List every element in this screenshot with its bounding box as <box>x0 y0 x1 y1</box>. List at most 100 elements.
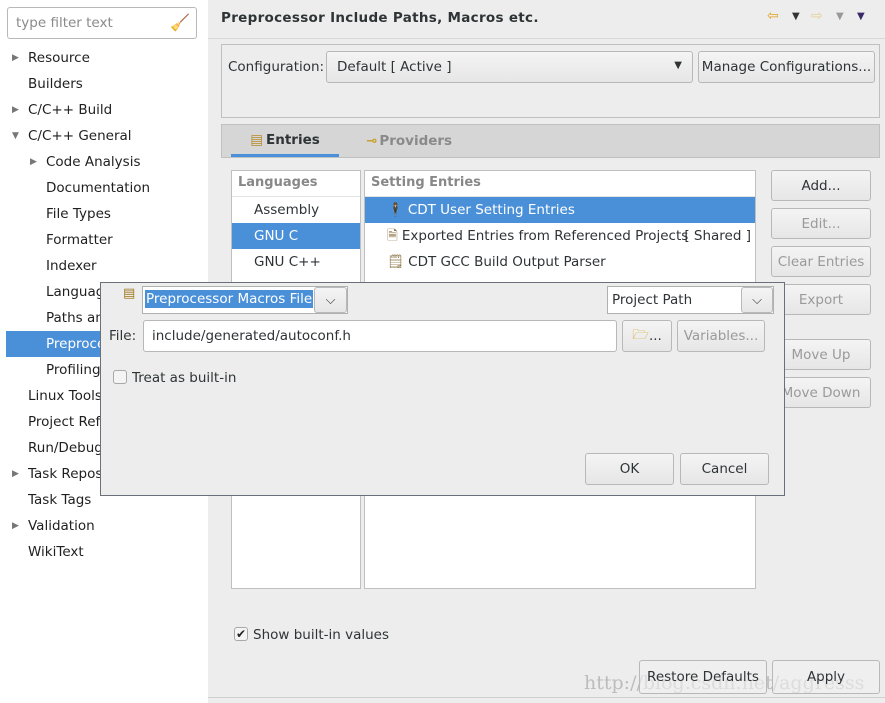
cancel-button[interactable]: Cancel <box>680 453 769 485</box>
path-type-combo[interactable]: Project Path ⌵ <box>607 286 774 314</box>
tree-item-label: Profiling <box>46 362 101 378</box>
restore-defaults-button[interactable]: Restore Defaults <box>639 660 767 694</box>
ok-button[interactable]: OK <box>585 453 674 485</box>
tree-item[interactable]: WikiText <box>0 539 208 565</box>
configuration-value: Default [ Active ] <box>337 59 452 75</box>
exported-entries-icon: 🗎 <box>387 228 398 244</box>
browse-label: ... <box>648 328 662 344</box>
tree-item[interactable]: Indexer <box>0 253 208 279</box>
tree-item-label: Languag <box>46 284 105 300</box>
entry-item[interactable]: 🕴 CDT User Setting Entries <box>365 197 755 223</box>
language-item[interactable]: GNU C <box>232 223 360 249</box>
entry-item[interactable]: 🗒 CDT GCC Build Output Parser <box>365 249 755 275</box>
export-button[interactable]: Export <box>771 284 871 315</box>
tree-item-label: Paths an <box>46 310 104 326</box>
page-title: Preprocessor Include Paths, Macros etc. <box>221 10 539 26</box>
tree-item[interactable]: Formatter <box>0 227 208 253</box>
chevron-down-icon: ▼ <box>674 60 682 71</box>
entry-label: Exported Entries from Referenced Project… <box>401 228 689 244</box>
back-menu-icon[interactable]: ▼ <box>792 11 800 22</box>
entries-icon: ▤ <box>250 131 263 148</box>
tab-label: Providers <box>379 133 453 149</box>
collapsed-arrow-icon[interactable]: ▶ <box>12 45 19 71</box>
add-button[interactable]: Add... <box>771 170 871 201</box>
chevron-down-icon[interactable]: ⌵ <box>741 287 773 313</box>
file-input[interactable]: include/generated/autoconf.h <box>143 320 617 352</box>
entry-dialog: ▤ Preprocessor Macros File ⌵ Project Pat… <box>100 282 785 496</box>
tree-item-label: Indexer <box>46 258 97 274</box>
clear-filter-icon[interactable]: 🧹 <box>170 13 190 32</box>
tree-item-label: Linux Tools <box>28 388 102 404</box>
browse-button[interactable]: 🗁... <box>622 320 672 352</box>
tree-item-label: WikiText <box>28 544 84 560</box>
tree-item-label: Documentation <box>46 180 151 196</box>
view-menu-icon[interactable]: ▼ <box>857 11 865 22</box>
tree-item-label: Builders <box>28 76 83 92</box>
tree-item-label: C/C++ General <box>28 128 132 144</box>
move-down-button[interactable]: Move Down <box>771 377 871 408</box>
clear-entries-button[interactable]: Clear Entries <box>771 246 871 277</box>
treat-builtin-label: Treat as built-in <box>132 370 237 386</box>
languages-header: Languages <box>232 171 360 197</box>
entry-kind-value: Preprocessor Macros File <box>145 290 314 308</box>
tree-item-label: Task Repos <box>28 466 103 482</box>
forward-icon[interactable]: ⇨ <box>811 8 823 24</box>
chevron-down-icon[interactable]: ⌵ <box>314 287 347 313</box>
back-icon[interactable]: ⇦ <box>767 8 779 24</box>
tree-item[interactable]: ▶ Resource <box>0 45 208 71</box>
entries-header: Setting Entries <box>365 171 755 197</box>
collapsed-arrow-icon[interactable]: ▶ <box>12 513 19 539</box>
language-item[interactable]: GNU C++ <box>232 249 360 275</box>
collapsed-arrow-icon[interactable]: ▶ <box>12 97 19 123</box>
show-builtin-label: Show built-in values <box>253 627 390 643</box>
tree-item-label: File Types <box>46 206 111 222</box>
entry-item[interactable]: 🗎 Exported Entries from Referenced Projec… <box>365 223 755 249</box>
apply-button[interactable]: Apply <box>772 660 880 694</box>
divider <box>208 697 885 698</box>
tree-item[interactable]: ▶ C/C++ Build <box>0 97 208 123</box>
build-parser-icon: 🗒 <box>387 254 405 270</box>
configuration-group: Configuration: Default [ Active ] ▼ Mana… <box>221 44 880 118</box>
treat-builtin-checkbox[interactable] <box>113 370 127 384</box>
edit-button[interactable]: Edit... <box>771 208 871 239</box>
tree-item[interactable]: Builders <box>0 71 208 97</box>
file-label: File: <box>109 328 137 344</box>
configuration-label: Configuration: <box>228 59 325 75</box>
providers-icon: ⊸ <box>366 133 378 149</box>
move-up-button[interactable]: Move Up <box>771 339 871 370</box>
tree-item-label: Project Ref <box>28 414 101 430</box>
manage-configurations-button[interactable]: Manage Configurations... <box>698 51 875 83</box>
folder-icon: 🗁 <box>632 326 649 343</box>
tree-item-label: Run/Debug <box>28 440 103 456</box>
path-type-value: Project Path <box>612 292 693 308</box>
tree-item[interactable]: File Types <box>0 201 208 227</box>
tree-item[interactable]: ▶ Code Analysis <box>0 149 208 175</box>
tree-item-label: Formatter <box>46 232 113 248</box>
tree-item[interactable]: Documentation <box>0 175 208 201</box>
tree-item-label: Validation <box>28 518 95 534</box>
filter-placeholder: type filter text <box>16 15 113 31</box>
variables-button[interactable]: Variables... <box>677 320 765 352</box>
tab-entries[interactable]: ▤ Entries <box>231 125 339 157</box>
collapsed-arrow-icon[interactable]: ▶ <box>12 461 19 487</box>
entry-kind-combo[interactable]: Preprocessor Macros File ⌵ <box>142 286 348 314</box>
expanded-arrow-icon[interactable]: ▼ <box>12 123 19 149</box>
forward-menu-icon[interactable]: ▼ <box>836 11 844 22</box>
tree-item[interactable]: ▼ C/C++ General <box>0 123 208 149</box>
tree-item-label: Resource <box>28 50 90 66</box>
tree-item-label: Task Tags <box>28 492 92 508</box>
entry-label: CDT User Setting Entries <box>407 202 575 218</box>
tree-item-label: Preproce <box>46 336 106 352</box>
macros-file-icon: ▤ <box>123 286 136 301</box>
filter-input[interactable]: type filter text 🧹 <box>7 7 197 39</box>
user-icon: 🕴 <box>387 202 404 218</box>
language-item[interactable]: Assembly <box>232 197 360 223</box>
tree-item[interactable]: ▶ Validation <box>0 513 208 539</box>
shared-badge: [ Shared ] <box>684 228 751 244</box>
tab-providers[interactable]: ⊸ Providers <box>366 125 452 157</box>
configuration-select[interactable]: Default [ Active ] ▼ <box>326 51 693 83</box>
show-builtin-checkbox[interactable]: ✔ <box>234 627 248 641</box>
tree-item-label: C/C++ Build <box>28 102 113 118</box>
collapsed-arrow-icon[interactable]: ▶ <box>30 149 37 175</box>
tab-label: Entries <box>266 131 320 148</box>
